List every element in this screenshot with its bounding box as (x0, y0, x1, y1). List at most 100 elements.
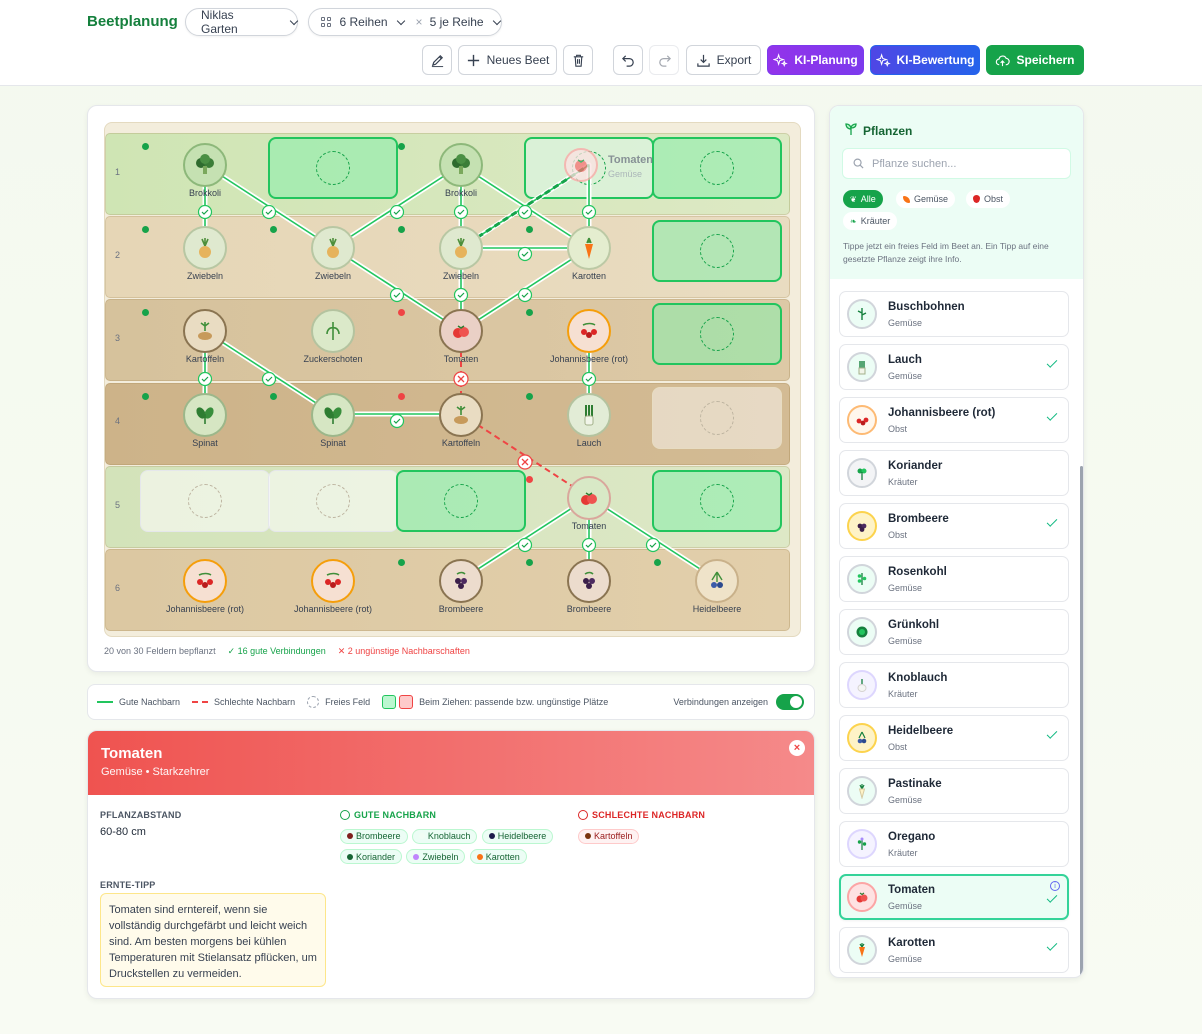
pencil-icon (431, 54, 443, 67)
list-item-category: Obst (888, 424, 908, 434)
list-item[interactable]: Johannisbeere (rot) Obst (839, 397, 1069, 443)
x-circle-icon (578, 810, 588, 820)
rows-select[interactable]: 6 Reihen (340, 15, 405, 29)
planted-cell-brokkoli[interactable]: Brokkoli (401, 143, 521, 198)
free-slot-swatch (307, 696, 320, 708)
plant-label: Heidelbeere (692, 604, 742, 614)
info-icon[interactable]: i (1050, 881, 1060, 891)
list-item[interactable]: Brombeere Obst (839, 503, 1069, 549)
grid-size-select: 6 Reihen × 5 je Reihe (308, 8, 502, 36)
planted-cell-zwiebeln[interactable]: Zwiebeln (145, 226, 265, 281)
list-item[interactable]: Koriander Kräuter (839, 450, 1069, 496)
edit-button[interactable] (422, 45, 452, 75)
check-icon (1046, 357, 1058, 368)
list-item[interactable]: Knoblauch Kräuter (839, 662, 1069, 708)
list-item[interactable]: Oregano Kräuter (839, 821, 1069, 867)
list-item[interactable]: Lauch Gemüse (839, 344, 1069, 390)
plant-label: Lauch (576, 438, 602, 448)
planted-cell-karotten[interactable]: Karotten (529, 226, 649, 281)
coriander-icon (847, 458, 877, 488)
ki-evaluation-button[interactable]: KI-Bewertung (870, 45, 980, 75)
planted-cell-lauch[interactable]: Lauch (529, 393, 649, 448)
sidebar-scrollbar[interactable] (1080, 466, 1083, 976)
list-item[interactable]: Heidelbeere Obst (839, 715, 1069, 761)
grid-icon (321, 17, 331, 27)
ki-evaluation-label: KI-Bewertung (896, 53, 975, 67)
good-neighbor-pill: Koriander (340, 849, 403, 864)
sidebar-title: Pflanzen (844, 122, 912, 139)
planted-cell-johannisbeere[interactable]: Johannisbeere (rot) (273, 559, 393, 614)
download-icon (696, 54, 710, 67)
planted-cell-johannisbeere[interactable]: Johannisbeere (rot) (145, 559, 265, 614)
list-item-category: Gemüse (888, 318, 923, 328)
planted-cell-tomaten[interactable]: Tomaten (401, 309, 521, 364)
per-row-select[interactable]: 5 je Reihe (430, 15, 501, 29)
kale-icon (847, 617, 877, 647)
filter-fruit[interactable]: Obst (966, 190, 1011, 208)
filter-vegetables[interactable]: Gemüse (896, 190, 956, 208)
good-connections-count: ✓ 16 gute Verbindungen (227, 646, 326, 656)
list-item-selected[interactable]: Tomaten Gemüse i (839, 874, 1069, 920)
planted-cell-spinat[interactable]: Spinat (273, 393, 393, 448)
planted-cell-zwiebeln[interactable]: Zwiebeln (401, 226, 521, 281)
list-item-name: Rosenkohl (888, 566, 947, 578)
planted-cell-brombeere[interactable]: Brombeere (529, 559, 649, 614)
save-button[interactable]: Speichern (986, 45, 1084, 75)
planted-cell-kartoffeln[interactable]: Kartoffeln (145, 309, 265, 364)
plant-label: Brokkoli (188, 188, 221, 198)
leek-icon (847, 352, 877, 382)
planted-cell-tomaten[interactable]: Tomaten (529, 476, 649, 531)
list-item[interactable]: Pastinake Gemüse (839, 768, 1069, 814)
delete-button[interactable] (563, 45, 593, 75)
planted-cell-brokkoli[interactable]: Brokkoli (145, 143, 265, 198)
blueberry-icon (695, 559, 739, 603)
redo-button[interactable] (649, 45, 679, 75)
planted-cell-spinat[interactable]: Spinat (145, 393, 265, 448)
spinach-icon (183, 393, 227, 437)
list-item[interactable]: Karotten Gemüse (839, 927, 1069, 973)
garden-select-value: Niklas Garten (201, 8, 238, 36)
board-status: 20 von 30 Feldern bepflanzt ✓ 16 gute Ve… (104, 646, 470, 657)
top-bar: Beetplanung Niklas Garten 6 Reihen × 5 j… (0, 0, 1202, 86)
filter-label: Alle (860, 194, 876, 204)
good-neighbors-list: Brombeere Knoblauch Heidelbeere Koriande… (340, 828, 570, 869)
planted-cell-johannisbeere[interactable]: Johannisbeere (rot) (529, 309, 649, 364)
legend-bar: Gute Nachbarn Schlechte Nachbarn Freies … (87, 684, 815, 720)
list-item-category: Kräuter (888, 848, 918, 858)
filter-all[interactable]: ❦ Alle (843, 190, 883, 208)
chevron-down-icon (492, 16, 501, 25)
legend-good: Gute Nachbarn (119, 697, 181, 707)
carrot-icon (847, 935, 877, 965)
plus-icon (467, 54, 479, 66)
plant-label: Tomaten (443, 354, 479, 364)
list-item-category: Gemüse (888, 583, 923, 593)
export-button[interactable]: Export (686, 45, 761, 75)
garden-select[interactable]: Niklas Garten (185, 8, 299, 36)
undo-button[interactable] (613, 45, 643, 75)
planted-cell-kartoffeln[interactable]: Kartoffeln (401, 393, 521, 448)
planted-cell-zwiebeln[interactable]: Zwiebeln (273, 226, 393, 281)
potato-icon (183, 309, 227, 353)
planted-cell-heidelbeere[interactable]: Heidelbeere (657, 559, 777, 614)
planted-cell-zuckerschoten[interactable]: Zuckerschoten (273, 309, 393, 364)
list-item-category: Obst (888, 530, 908, 540)
harvest-tip-label: ERNTE-TIPP (100, 880, 156, 890)
list-item-name: Buschbohnen (888, 301, 965, 313)
planted-cell-brombeere[interactable]: Brombeere (401, 559, 521, 614)
close-button[interactable]: × (789, 740, 805, 756)
list-item[interactable]: Rosenkohl Gemüse (839, 556, 1069, 602)
new-bed-label: Neues Beet (486, 53, 550, 67)
new-bed-button[interactable]: Neues Beet (458, 45, 557, 75)
list-item-category: Gemüse (888, 795, 923, 805)
list-item-category: Kräuter (888, 689, 918, 699)
plant-label: Zuckerschoten (303, 354, 363, 364)
filter-herbs[interactable]: ❧ Kräuter (843, 212, 898, 230)
carrot-icon (903, 195, 910, 203)
filter-label: Kräuter (860, 216, 891, 226)
search-placeholder: Pflanze suchen... (872, 157, 957, 170)
list-item[interactable]: Grünkohl Gemüse (839, 609, 1069, 655)
connections-toggle[interactable] (776, 694, 804, 710)
list-item[interactable]: Buschbohnen Gemüse (839, 291, 1069, 337)
ki-planning-button[interactable]: KI-Planung (767, 45, 864, 75)
plant-search-input[interactable]: Pflanze suchen... (842, 148, 1071, 179)
